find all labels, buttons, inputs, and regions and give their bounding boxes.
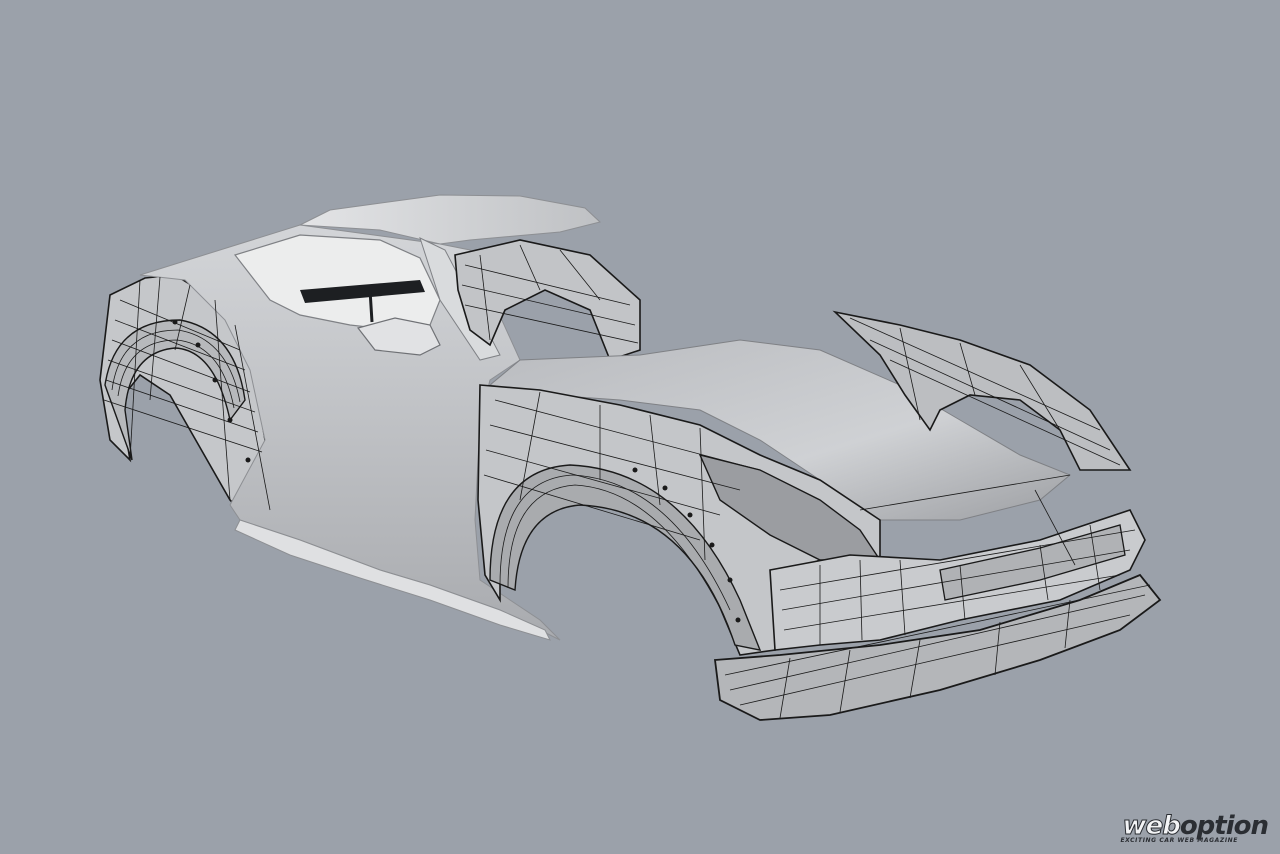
watermark-tagline: EXCITING CAR WEB MAGAZINE [1120,837,1238,844]
web-option-watermark: weboption EXCITING CAR WEB MAGAZINE [1120,813,1269,845]
watermark-logo: weboption [1120,813,1269,840]
car-body-model [99,194,1162,721]
cad-viewport: weboption EXCITING CAR WEB MAGAZINE [0,0,1280,854]
